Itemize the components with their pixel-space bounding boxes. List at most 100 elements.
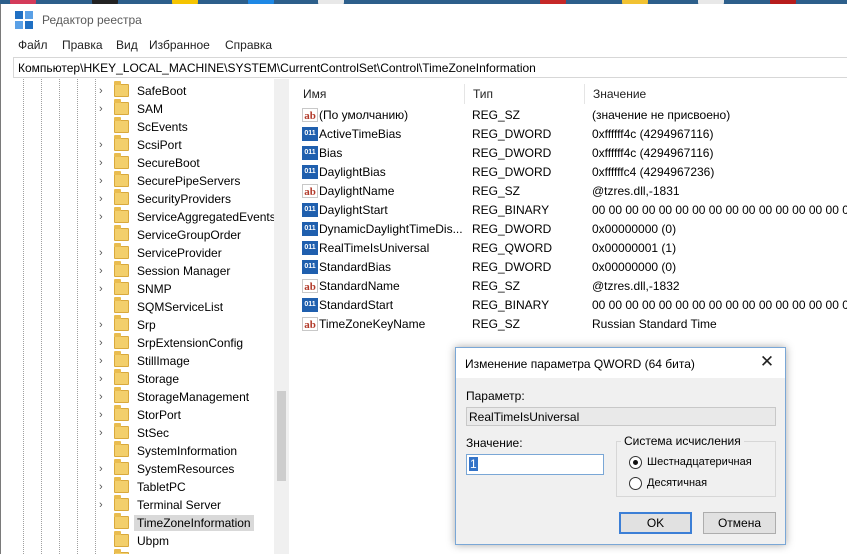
chevron-right-icon[interactable]: › <box>99 391 109 403</box>
chevron-right-icon[interactable]: › <box>99 355 109 367</box>
chevron-right-icon[interactable]: › <box>99 499 109 511</box>
chevron-right-icon[interactable]: › <box>99 85 109 97</box>
menu-help[interactable]: Справка <box>225 38 272 52</box>
value-row[interactable]: 011 DaylightStart REG_BINARY 00 00 00 00 00… <box>295 201 847 220</box>
tree-item[interactable]: › StorPort <box>13 405 273 424</box>
chevron-right-icon[interactable]: › <box>99 409 109 421</box>
chevron-right-icon[interactable]: › <box>99 319 109 331</box>
tree-item[interactable]: › SecurityProviders <box>13 189 273 208</box>
tree-item[interactable]: TimeZoneInformation <box>13 513 273 532</box>
tree-item[interactable]: › SecurePipeServers <box>13 171 273 190</box>
chevron-right-icon[interactable]: › <box>99 283 109 295</box>
tree-item-label: SAM <box>137 102 164 116</box>
value-name: (По умолчанию) <box>319 108 409 122</box>
value-row[interactable]: ab TimeZoneKeyName REG_SZ Russian Standard … <box>295 315 847 334</box>
tree-item[interactable]: › SNMP <box>13 279 273 298</box>
close-icon[interactable]: ✕ <box>758 353 776 371</box>
tree-scrollbar[interactable] <box>274 79 289 554</box>
tree-item[interactable]: › SrpExtensionConfig <box>13 333 273 352</box>
tree-item[interactable]: › Srp <box>13 315 273 334</box>
radio-selected-icon[interactable] <box>629 456 642 469</box>
tree-item[interactable]: ›USB <box>13 549 273 554</box>
title-bar[interactable]: Редактор реестра <box>1 4 847 36</box>
binary-value-icon: 011 <box>302 241 318 255</box>
column-header-type[interactable]: Тип <box>465 84 585 104</box>
value-row[interactable]: 011 StandardBias REG_DWORD 0x00000000 (0) <box>295 258 847 277</box>
radio-unselected-icon[interactable] <box>629 477 642 490</box>
chevron-right-icon[interactable]: › <box>99 373 109 385</box>
tree-item[interactable]: › StSec <box>13 423 273 442</box>
chevron-right-icon[interactable]: › <box>99 211 109 223</box>
tree-item[interactable]: › ServiceProvider <box>13 243 273 262</box>
value-row[interactable]: 011 DaylightBias REG_DWORD 0xffffffc4 (4294… <box>295 163 847 182</box>
folder-icon <box>114 279 129 295</box>
tree-scrollbar-thumb[interactable] <box>277 391 286 481</box>
tree-item-label: SecureBoot <box>137 156 200 170</box>
folder-icon <box>114 189 129 205</box>
tree-item[interactable]: › Storage <box>13 369 273 388</box>
menu-favorites[interactable]: Избранное <box>149 38 210 52</box>
column-header-name[interactable]: Имя <box>295 84 465 104</box>
tree-item[interactable]: ScEvents <box>13 117 273 136</box>
chevron-right-icon[interactable]: › <box>99 103 109 115</box>
value-name-field: RealTimeIsUniversal <box>466 407 776 426</box>
tree-item[interactable]: › ServiceAggregatedEvents <box>13 207 276 226</box>
chevron-right-icon[interactable]: › <box>99 193 109 205</box>
value-row[interactable]: ab StandardName REG_SZ @tzres.dll,-1832 <box>295 277 847 296</box>
value-data-input[interactable]: 1 <box>466 454 604 475</box>
tree-item[interactable]: Ubpm <box>13 531 273 550</box>
value-row[interactable]: 011 Bias REG_DWORD 0xffffff4c (4294967116) <box>295 144 847 163</box>
value-data: 0xffffff4c (4294967116) <box>592 127 714 141</box>
address-bar[interactable]: Компьютер\HKEY_LOCAL_MACHINE\SYSTEM\Curr… <box>13 57 847 78</box>
tree-item[interactable]: › SafeBoot <box>13 81 273 100</box>
radix-dec-radio[interactable]: Десятичная <box>629 475 769 491</box>
tree-item[interactable]: › SecureBoot <box>13 153 273 172</box>
chevron-right-icon[interactable]: › <box>99 157 109 169</box>
chevron-right-icon[interactable]: › <box>99 247 109 259</box>
tree-item-label: SystemInformation <box>137 444 238 458</box>
tree-item[interactable]: SQMServiceList <box>13 297 273 316</box>
value-row[interactable]: 011 DynamicDaylightTimeDis... REG_DWORD 0x0… <box>295 220 847 239</box>
tree-item[interactable]: › SAM <box>13 99 273 118</box>
tree-item[interactable]: › Terminal Server <box>13 495 273 514</box>
value-name: DaylightName <box>319 184 395 198</box>
binary-value-icon: 011 <box>302 127 318 141</box>
menu-view[interactable]: Вид <box>116 38 138 52</box>
string-value-icon: ab <box>302 108 318 122</box>
folder-icon <box>114 99 129 115</box>
chevron-right-icon[interactable]: › <box>99 139 109 151</box>
chevron-right-icon[interactable]: › <box>99 427 109 439</box>
chevron-right-icon[interactable]: › <box>99 463 109 475</box>
dialog-title-bar[interactable]: Изменение параметра QWORD (64 бита) ✕ <box>456 348 785 378</box>
tree-item[interactable]: › StorageManagement <box>13 387 273 406</box>
chevron-right-icon[interactable]: › <box>99 175 109 187</box>
ok-button[interactable]: OK <box>619 512 692 534</box>
folder-icon <box>114 495 129 511</box>
tree-item[interactable]: › TabletPC <box>13 477 273 496</box>
string-value-icon: ab <box>302 279 318 293</box>
tree-item[interactable]: › SystemResources <box>13 459 273 478</box>
column-header-data[interactable]: Значение <box>585 84 847 104</box>
chevron-right-icon[interactable]: › <box>99 481 109 493</box>
tree-item[interactable]: › StillImage <box>13 351 273 370</box>
radix-hex-radio[interactable]: Шестнадцатеричная <box>629 454 769 470</box>
value-row[interactable]: ab DaylightName REG_SZ @tzres.dll,-1831 <box>295 182 847 201</box>
chevron-right-icon[interactable]: › <box>99 265 109 277</box>
tree-item-label: StorPort <box>137 408 182 422</box>
cancel-button[interactable]: Отмена <box>703 512 776 534</box>
tree-item[interactable]: › ScsiPort <box>13 135 273 154</box>
folder-icon <box>114 171 129 187</box>
value-row[interactable]: 011 StandardStart REG_BINARY 00 00 00 00 00… <box>295 296 847 315</box>
dialog-title: Изменение параметра QWORD (64 бита) <box>465 357 695 371</box>
tree-item[interactable]: › Session Manager <box>13 261 273 280</box>
tree-item[interactable]: ServiceGroupOrder <box>13 225 273 244</box>
menu-file[interactable]: Файл <box>18 38 48 52</box>
value-row[interactable]: 011 RealTimeIsUniversal REG_QWORD 0x0000000… <box>295 239 847 258</box>
value-name: DaylightBias <box>319 165 386 179</box>
binary-value-icon: 011 <box>302 146 318 160</box>
menu-edit[interactable]: Правка <box>62 38 103 52</box>
chevron-right-icon[interactable]: › <box>99 337 109 349</box>
value-row[interactable]: ab (По умолчанию) REG_SZ (значение не присв… <box>295 106 847 125</box>
value-row[interactable]: 011 ActiveTimeBias REG_DWORD 0xffffff4c (42… <box>295 125 847 144</box>
tree-item[interactable]: SystemInformation <box>13 441 273 460</box>
